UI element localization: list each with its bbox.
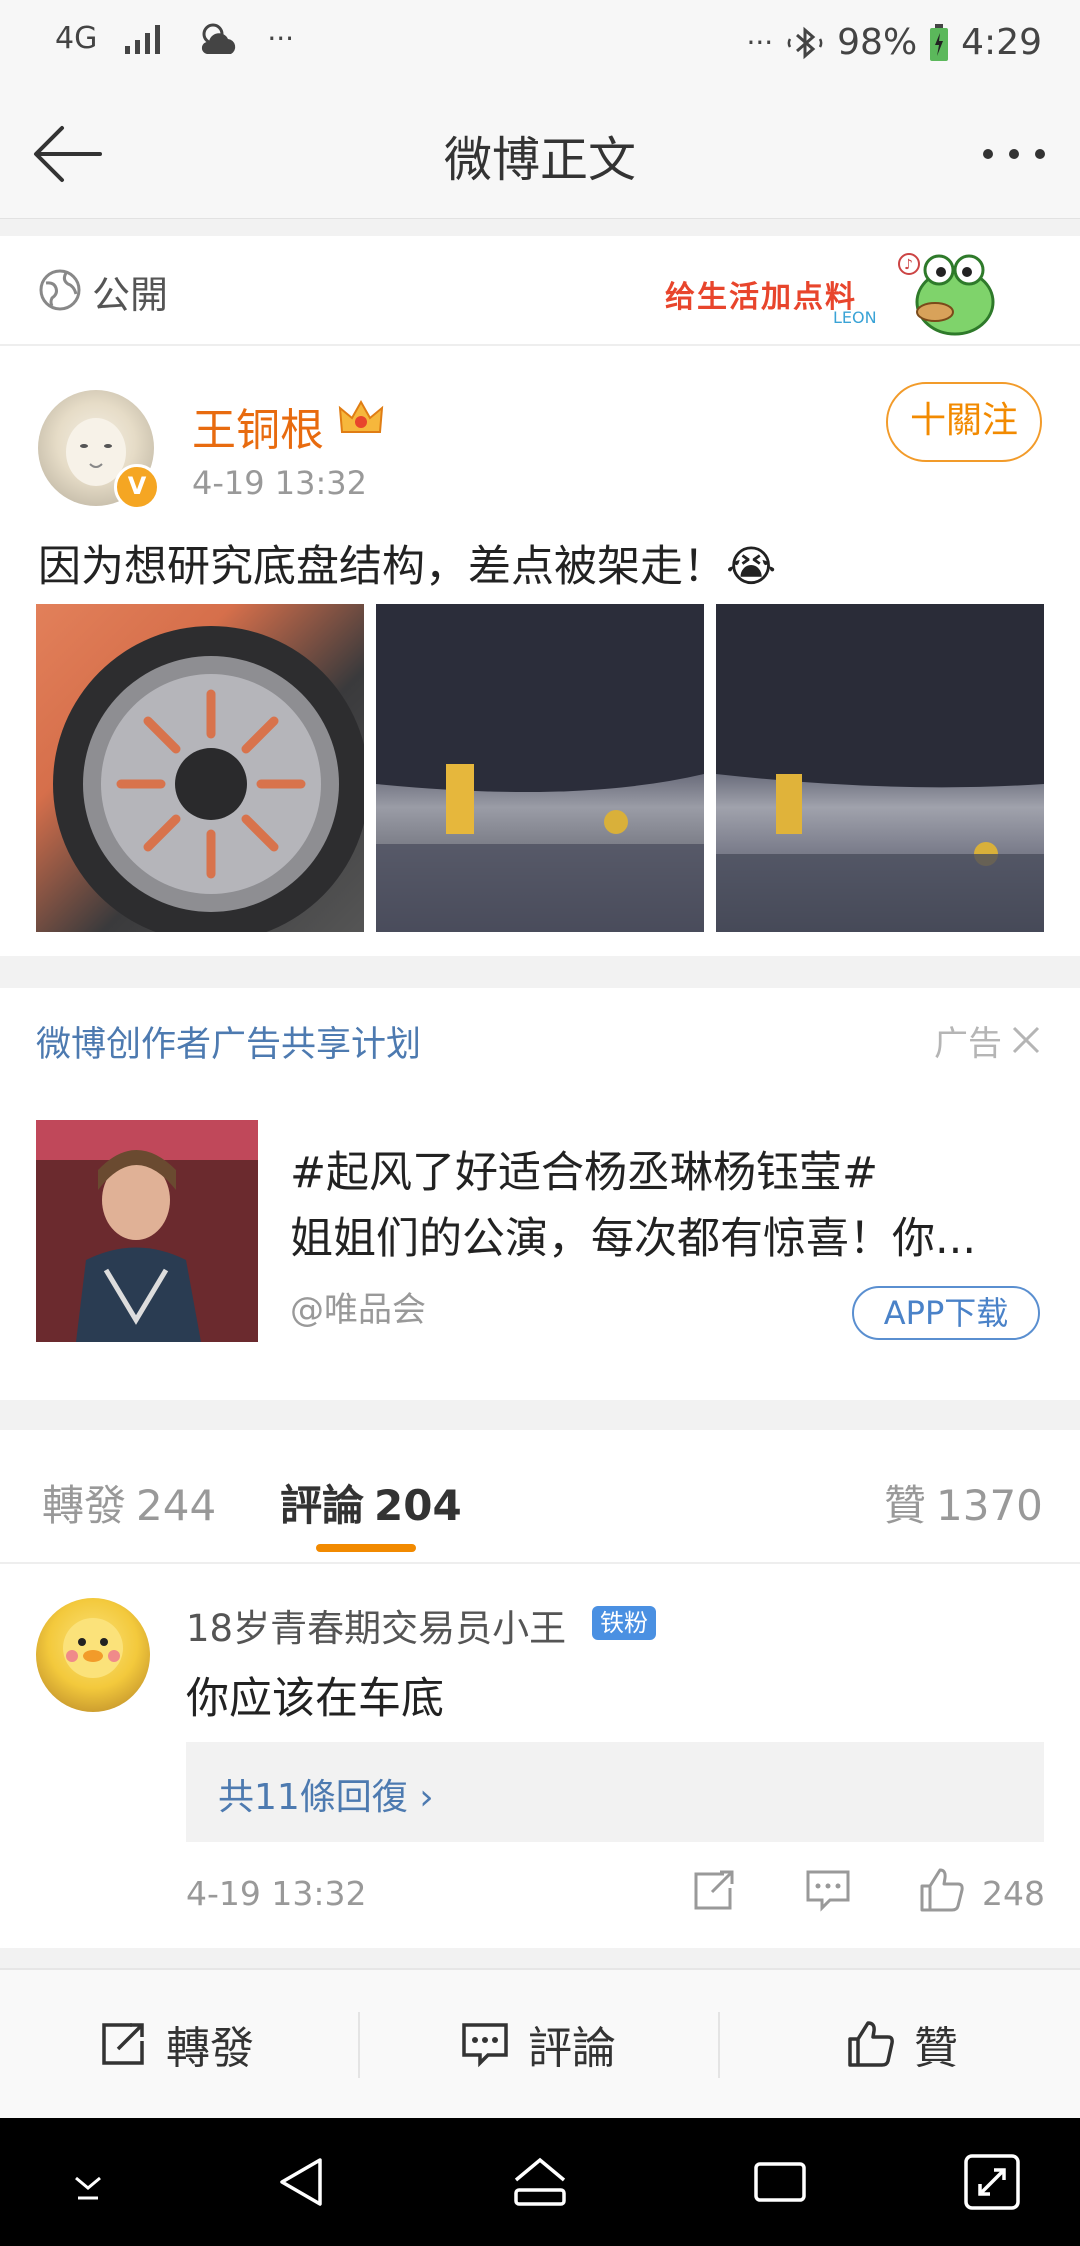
globe-icon [39, 269, 81, 311]
tab-count: 204 [374, 1481, 462, 1530]
post-image-1[interactable] [36, 604, 364, 932]
post-timestamp: 4-19 13:32 [192, 464, 368, 502]
comment-icon [462, 2023, 508, 2068]
repost-button[interactable]: 轉發 [98, 2012, 254, 2076]
tab-label: 評論 [280, 1481, 365, 1530]
author-name[interactable]: 王铜根 [192, 394, 324, 458]
post-body: 因为想研究底盘结构，差点被架走！😭 [38, 542, 777, 592]
share-icon[interactable] [690, 1866, 738, 1914]
like-button[interactable]: 贊 [846, 2012, 958, 2076]
tab-count: 1370 [936, 1481, 1043, 1530]
fan-badge: 铁粉 [592, 1606, 656, 1640]
post-image-2[interactable] [376, 604, 704, 932]
visibility-bar: 公開 给生活加点料 LEON ♪ [0, 236, 1080, 346]
close-icon[interactable] [1010, 1024, 1042, 1056]
nav-back-icon[interactable] [270, 2150, 334, 2214]
ad-headline[interactable]: #起风了好适合杨丞琳杨钰莹# [290, 1138, 878, 1200]
clock: 4:29 [961, 22, 1042, 63]
comment-like-count: 248 [982, 1874, 1045, 1913]
signal-icon [125, 25, 161, 54]
underbody-image-icon [376, 604, 704, 932]
status-bar: 4G ··· ··· 98% 4:29 [0, 0, 1080, 90]
tab-label: 轉發 [42, 1481, 127, 1530]
replies-link[interactable]: 共11條回復 › [186, 1742, 1044, 1842]
comment-icon[interactable] [804, 1866, 852, 1914]
verified-badge-icon: V [114, 464, 160, 510]
ad-thumbnail[interactable] [36, 1120, 258, 1342]
divider [358, 2012, 360, 2078]
svg-text:♪: ♪ [904, 257, 913, 273]
title-bar: 微博正文 [0, 90, 1080, 219]
tab-likes[interactable]: 贊 1370 [884, 1472, 1043, 1533]
crown-icon [338, 399, 384, 433]
page-title: 微博正文 [443, 132, 636, 188]
ad-body[interactable]: 姐姐们的公演，每次都有惊喜！你... [290, 1204, 1040, 1266]
tab-count: 244 [136, 1481, 217, 1530]
replies-count: 共11條回復 › [218, 1777, 434, 1818]
more-options-icon[interactable] [978, 118, 1050, 190]
card-sticker: 给生活加点料 LEON ♪ [665, 242, 1005, 342]
ad-tag: 广告 [934, 1024, 1002, 1064]
nav-rotate-icon[interactable] [960, 2150, 1024, 2214]
comment-button[interactable]: 評論 [460, 2012, 616, 2076]
status-dots: ··· [746, 26, 774, 59]
like-icon [848, 2021, 894, 2067]
weather-icon [202, 23, 236, 54]
ad-program-title[interactable]: 微博创作者广告共享计划 [36, 1016, 421, 1067]
hide-keyboard-icon[interactable] [56, 2150, 120, 2214]
divider [718, 2012, 720, 2078]
nav-recents-icon[interactable] [748, 2150, 812, 2214]
like-icon[interactable] [918, 1866, 966, 1914]
follow-button[interactable]: 十關注 [886, 382, 1042, 462]
wheel-image-icon [53, 626, 364, 932]
tab-reposts[interactable]: 轉發 244 [42, 1472, 216, 1533]
ad-person-image-icon [36, 1120, 258, 1342]
bottom-action-bar: 轉發 評論 贊 [0, 1968, 1080, 2120]
tab-label: 贊 [884, 1481, 927, 1530]
app-download-button[interactable]: APP下载 [852, 1286, 1040, 1340]
frog-sticker-icon: ♪ [898, 253, 995, 336]
bluetooth-icon [787, 26, 823, 59]
comment-item: 18岁青春期交易员小王 铁粉 你应该在车底 共11條回復 › 4-19 13:3… [0, 1564, 1080, 1948]
repost-icon [102, 2023, 144, 2065]
post-card: V 王铜根 4-19 13:32 十關注 因为想研究底盘结构，差点被架走！😭 [0, 346, 1080, 956]
tab-comments[interactable]: 評論 204 [280, 1472, 462, 1533]
status-overflow: ··· [267, 21, 295, 55]
battery-percent: 98% [837, 22, 918, 63]
nav-home-icon[interactable] [508, 2150, 572, 2214]
battery-icon [930, 23, 949, 61]
system-nav-bar [0, 2118, 1080, 2246]
network-indicator: 4G [55, 20, 98, 56]
comment-text[interactable]: 你应该在车底 [186, 1664, 444, 1726]
underbody-image-icon [716, 604, 1044, 932]
ad-source: @唯品会 [290, 1290, 426, 1330]
repost-label: 轉發 [166, 2023, 254, 2074]
comment-label: 評論 [528, 2023, 616, 2074]
active-tab-indicator [316, 1544, 416, 1552]
post-image-3[interactable] [716, 604, 1044, 932]
sticker-brand: LEON [833, 308, 877, 327]
comment-timestamp: 4-19 13:32 [186, 1874, 367, 1913]
ad-card[interactable]: 微博创作者广告共享计划 广告 #起风了好适合杨丞琳杨钰莹# 姐姐们的公演，每次都… [0, 988, 1080, 1400]
commenter-avatar[interactable] [36, 1598, 150, 1712]
visibility-label: 公開 [92, 273, 169, 317]
like-label: 贊 [914, 2023, 958, 2074]
commenter-name[interactable]: 18岁青春期交易员小王 [186, 1598, 566, 1652]
interaction-tabs: 轉發 244 評論 204 贊 1370 [0, 1430, 1080, 1564]
sticker-text: 给生活加点料 [665, 280, 857, 315]
duck-avatar-icon [63, 1618, 123, 1678]
